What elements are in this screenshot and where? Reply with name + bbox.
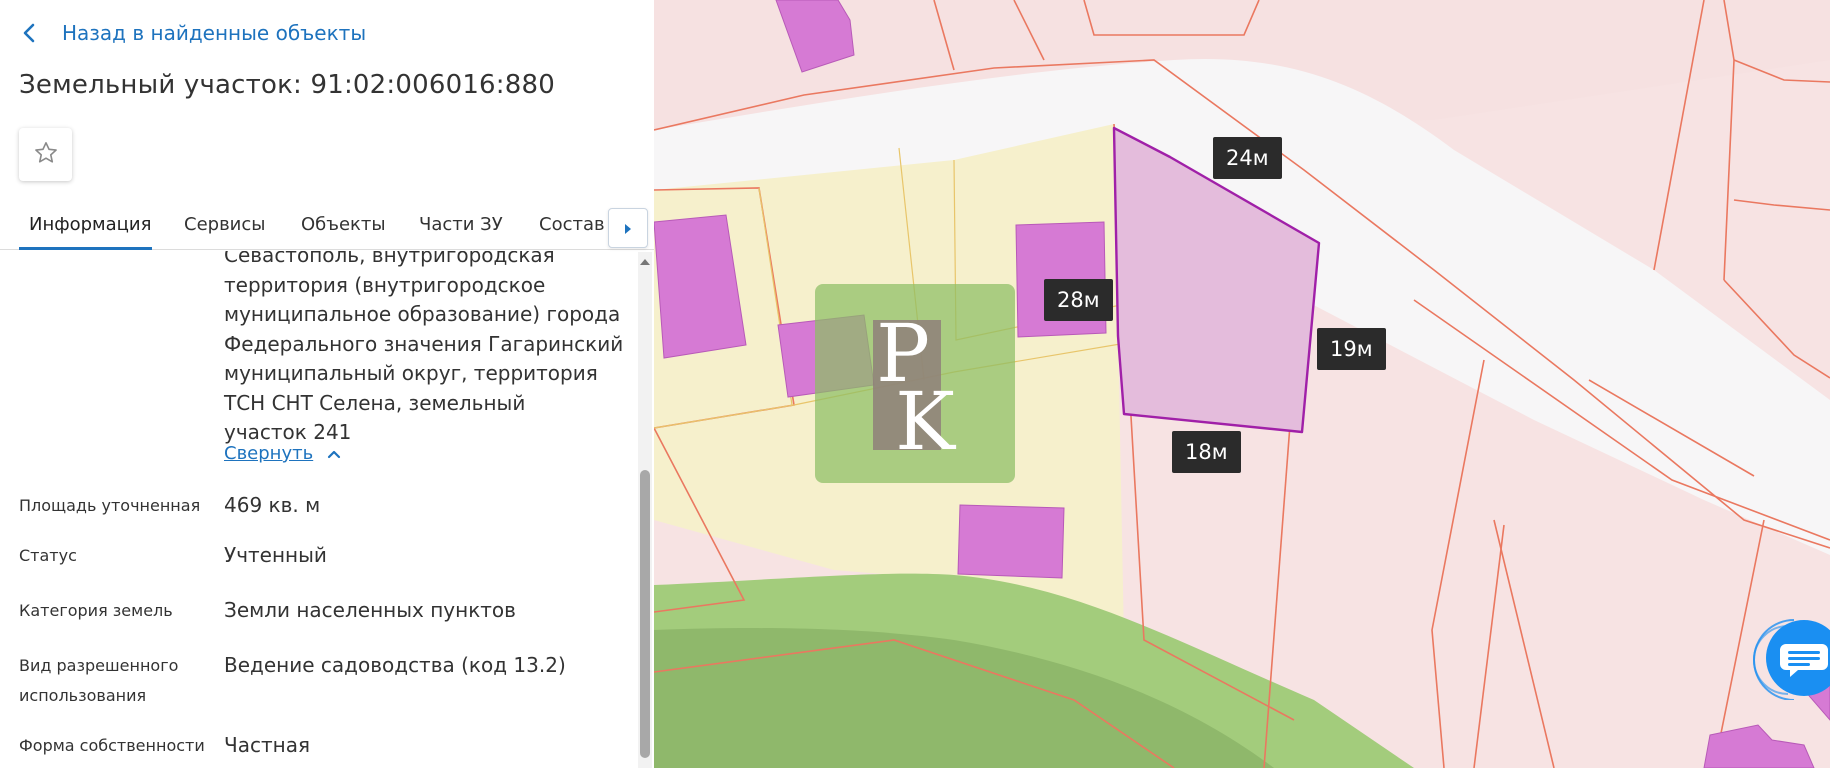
field-label-area: Площадь уточненная bbox=[19, 496, 201, 515]
page-title: Земельный участок: 91:02:006016:880 bbox=[19, 70, 555, 100]
address-line: ТСН СНТ Селена, земельный bbox=[224, 390, 526, 415]
active-tab-indicator bbox=[19, 247, 152, 250]
collapse-address-link[interactable]: Свернуть bbox=[224, 443, 341, 464]
info-content: Севастополь, внутригородская территория … bbox=[0, 251, 640, 768]
tab-information[interactable]: Информация bbox=[29, 214, 151, 235]
address-line: муниципальное образование) города bbox=[224, 302, 621, 326]
cadastral-map[interactable]: P K 24м 28м 19м 18м bbox=[654, 0, 1830, 768]
watermark-logo: P K bbox=[815, 284, 1015, 483]
tab-parcel-parts[interactable]: Части ЗУ bbox=[419, 214, 503, 235]
field-label-ownership: Форма собственности bbox=[19, 736, 205, 755]
tab-services[interactable]: Сервисы bbox=[184, 214, 265, 235]
address-value: Севастополь, внутригородская территория … bbox=[224, 251, 624, 448]
scrollbar-thumb[interactable] bbox=[640, 470, 650, 758]
field-label-permitted-use: Вид разрешенного bbox=[19, 656, 179, 675]
collapse-label: Свернуть bbox=[224, 443, 314, 464]
address-line: муниципальный округ, территория bbox=[224, 361, 598, 385]
measurement-label-left: 28м bbox=[1044, 279, 1113, 321]
field-value-permitted-use: Ведение садоводства (код 13.2) bbox=[224, 653, 566, 677]
measurement-label-right: 19м bbox=[1317, 328, 1386, 370]
address-line: Федерального значения Гагаринский bbox=[224, 331, 624, 356]
caret-right-icon bbox=[624, 219, 632, 238]
tab-bar: Информация Сервисы Объекты Части ЗУ Сост… bbox=[0, 204, 654, 250]
favorite-button[interactable] bbox=[19, 128, 72, 181]
field-value-land-category: Земли населенных пунктов bbox=[224, 598, 516, 622]
field-label-status: Статус bbox=[19, 546, 77, 565]
tabs-scroll-right-button[interactable] bbox=[608, 208, 648, 248]
back-link-label: Назад в найденные объекты bbox=[62, 21, 367, 45]
field-value-status: Учтенный bbox=[224, 543, 327, 567]
back-to-results-link[interactable]: Назад в найденные объекты bbox=[22, 18, 366, 48]
field-value-area: 469 кв. м bbox=[224, 493, 321, 517]
logo-letter-k: K bbox=[895, 375, 956, 468]
measurement-label-top: 24м bbox=[1213, 137, 1282, 179]
star-outline-icon bbox=[33, 140, 59, 170]
chevron-left-icon bbox=[22, 18, 46, 48]
chat-button[interactable] bbox=[1746, 616, 1830, 701]
tab-objects[interactable]: Объекты bbox=[301, 214, 386, 235]
info-panel: Назад в найденные объекты Земельный учас… bbox=[0, 0, 654, 768]
address-line: территория (внутригородское bbox=[224, 272, 546, 297]
field-label-land-category: Категория земель bbox=[19, 601, 173, 620]
measurement-label-bottom: 18м bbox=[1172, 431, 1241, 473]
address-line: Севастополь, внутригородская bbox=[224, 251, 555, 267]
field-label-permitted-use-2: использования bbox=[19, 686, 147, 705]
scroll-up-button[interactable] bbox=[638, 254, 652, 270]
tab-composition[interactable]: Состав bbox=[539, 214, 605, 235]
chevron-up-icon bbox=[327, 449, 341, 459]
field-value-ownership: Частная bbox=[224, 733, 310, 757]
